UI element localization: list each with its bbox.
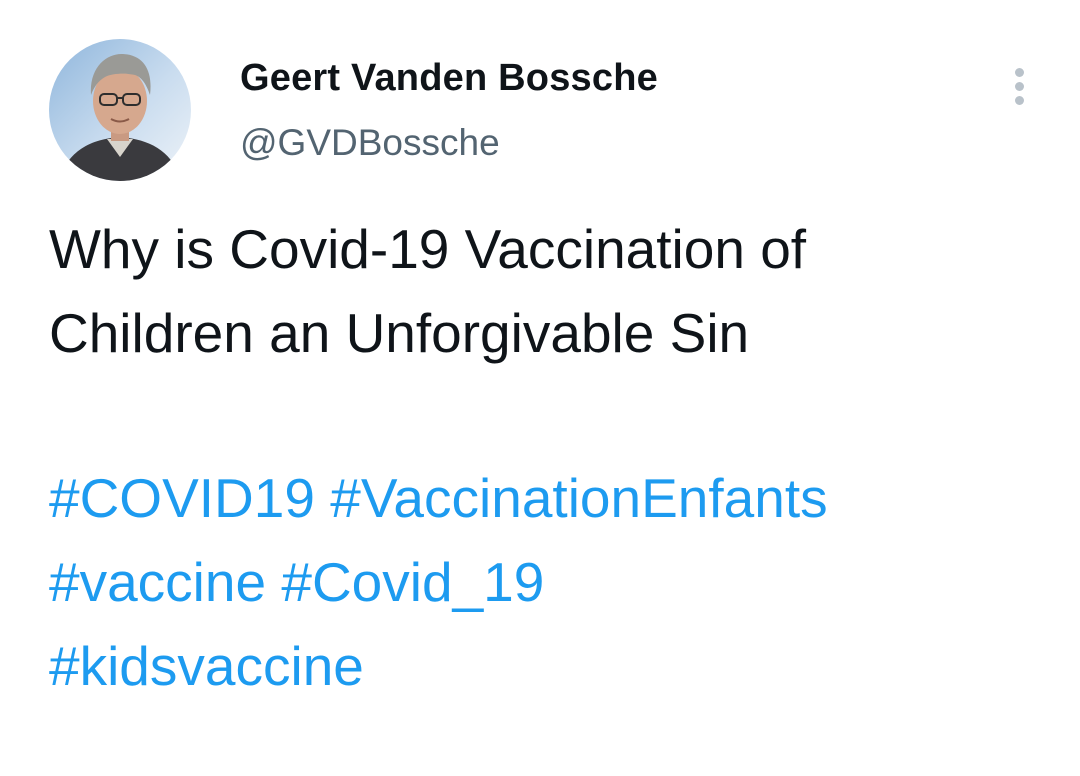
more-options-button[interactable] — [1002, 64, 1038, 110]
author-info: Geert Vanden Bossche @GVDBossche — [240, 55, 658, 165]
hashtag-link[interactable]: #vaccine — [49, 551, 266, 613]
hashtag-link[interactable]: #COVID19 — [49, 467, 315, 529]
user-handle[interactable]: @GVDBossche — [240, 121, 658, 165]
hashtag-link[interactable]: #Covid_19 — [281, 551, 544, 613]
hashtag-list: #COVID19 #VaccinationEnfants #vaccine #C… — [49, 456, 1059, 708]
hashtag-link[interactable]: #kidsvaccine — [49, 635, 364, 697]
tweet: Geert Vanden Bossche @GVDBossche Why is … — [0, 0, 1080, 776]
tweet-text-line: Why is Covid-19 Vaccination of — [49, 218, 807, 280]
display-name[interactable]: Geert Vanden Bossche — [240, 55, 658, 101]
avatar[interactable] — [49, 39, 191, 181]
tweet-text-line: Children an Unforgivable Sin — [49, 302, 750, 364]
avatar-image — [49, 39, 191, 181]
hashtag-link[interactable]: #VaccinationEnfants — [330, 467, 827, 529]
tweet-text: Why is Covid-19 Vaccination of Children … — [49, 207, 1049, 375]
